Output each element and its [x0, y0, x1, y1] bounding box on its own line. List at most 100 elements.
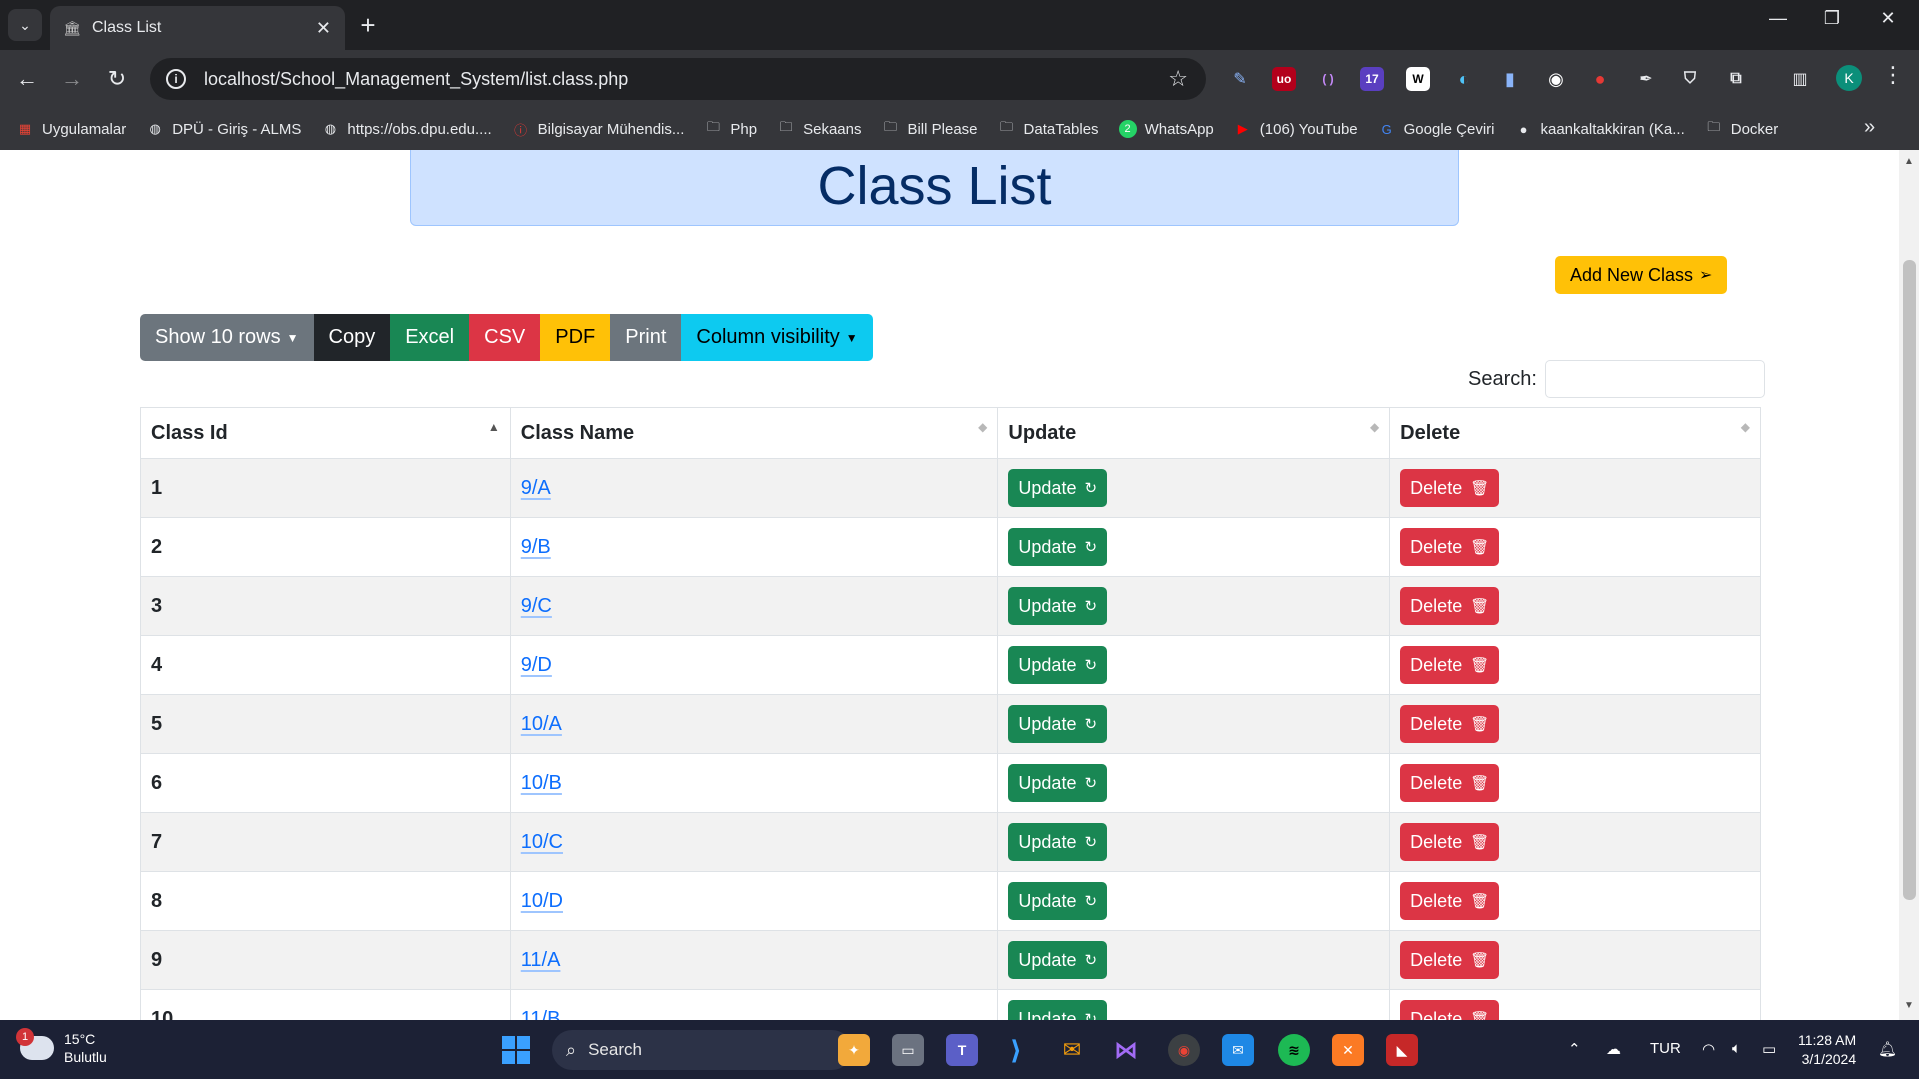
update-button[interactable]: Update ↻: [1008, 528, 1108, 566]
side-panel-icon[interactable]: ▥: [1788, 67, 1812, 91]
class-name-link[interactable]: 10/C: [521, 831, 563, 853]
battery-icon[interactable]: ▭: [1762, 1040, 1776, 1058]
minimize-button[interactable]: —: [1756, 8, 1800, 29]
bookmark-bilgisayar[interactable]: ⓘ Bilgisayar Mühendis...: [512, 121, 684, 138]
restore-button[interactable]: ❐: [1810, 8, 1854, 29]
column-header-class-id[interactable]: Class Id ▲: [140, 407, 511, 459]
language-indicator[interactable]: TUR: [1650, 1040, 1681, 1057]
update-button[interactable]: Update ↻: [1008, 882, 1108, 920]
chrome-app-icon[interactable]: ◉: [1168, 1034, 1200, 1066]
edge-extension-icon[interactable]: ◐: [1452, 67, 1476, 91]
column-header-class-name[interactable]: Class Name ◆: [509, 407, 999, 459]
spotify-app-icon[interactable]: ≋: [1278, 1034, 1310, 1066]
delete-button[interactable]: Delete 🗑︎: [1400, 1000, 1500, 1020]
delete-button[interactable]: Delete 🗑︎: [1400, 764, 1500, 802]
bookmark-google-translate[interactable]: G Google Çeviri: [1378, 121, 1495, 138]
teams-app-icon[interactable]: T: [946, 1034, 978, 1066]
shield-extension-icon[interactable]: ⛉: [1678, 67, 1702, 91]
search-input[interactable]: [1544, 360, 1765, 398]
profile-avatar[interactable]: K: [1836, 65, 1862, 91]
class-name-link[interactable]: 9/C: [521, 595, 552, 617]
class-name-link[interactable]: 10/B: [521, 772, 562, 794]
bookmarks-overflow-icon[interactable]: »: [1864, 116, 1875, 139]
bookmark-obs[interactable]: ◍ https://obs.dpu.edu....: [321, 121, 492, 138]
close-window-button[interactable]: ✕: [1866, 8, 1910, 29]
delete-button[interactable]: Delete 🗑︎: [1400, 882, 1500, 920]
visual-studio-app-icon[interactable]: ⋈: [1110, 1034, 1142, 1066]
bookmark-folder-bill-please[interactable]: 🗀 Bill Please: [881, 119, 978, 138]
taskbar-search[interactable]: ⌕ Search: [552, 1030, 852, 1070]
bookmark-whatsapp[interactable]: 2 WhatsApp: [1118, 120, 1214, 138]
column-header-update[interactable]: Update ◆: [997, 407, 1391, 459]
record-extension-icon[interactable]: ●: [1588, 67, 1612, 91]
class-name-link[interactable]: 11/B: [521, 1008, 561, 1021]
bookmark-folder-docker[interactable]: 🗀 Docker: [1705, 119, 1778, 138]
circle-extension-icon[interactable]: ◉: [1544, 67, 1568, 91]
print-button[interactable]: Print: [610, 314, 682, 361]
class-name-link[interactable]: 9/A: [521, 477, 551, 499]
bookmark-folder-php[interactable]: 🗀 Php: [704, 119, 757, 138]
column-visibility-dropdown[interactable]: Column visibility ▼: [681, 314, 873, 361]
mail-app-icon[interactable]: ✉: [1222, 1034, 1254, 1066]
browser-menu-icon[interactable]: ⋮: [1882, 62, 1904, 88]
url-text[interactable]: localhost/School_Management_System/list.…: [204, 69, 1168, 90]
class-name-link[interactable]: 9/D: [521, 654, 552, 676]
add-new-class-button[interactable]: Add New Class ➢: [1555, 256, 1728, 294]
site-info-icon[interactable]: i: [166, 69, 186, 89]
bookmark-dpu-alms[interactable]: ◍ DPÜ - Giriş - ALMS: [146, 121, 302, 138]
page-scrollbar[interactable]: ▲ ▼: [1899, 150, 1919, 1020]
bookmark-star-icon[interactable]: ☆: [1168, 66, 1188, 92]
onedrive-icon[interactable]: ☁: [1606, 1040, 1621, 1058]
bookmark-github[interactable]: ● kaankaltakkiran (Ka...: [1515, 121, 1685, 138]
windows-start-icon[interactable]: [502, 1036, 530, 1064]
class-name-link[interactable]: 9/B: [521, 536, 551, 558]
delete-button[interactable]: Delete 🗑︎: [1400, 705, 1500, 743]
reload-button[interactable]: ↻: [100, 62, 134, 96]
update-button[interactable]: Update ↻: [1008, 823, 1108, 861]
tray-chevron-icon[interactable]: ⌃: [1568, 1040, 1581, 1058]
dev-tools-extension-icon[interactable]: ✎: [1228, 67, 1252, 91]
delete-button[interactable]: Delete 🗑︎: [1400, 941, 1500, 979]
tab-close-icon[interactable]: ✕: [316, 18, 331, 39]
copilot-app-icon[interactable]: ✦: [838, 1034, 870, 1066]
bookmark-folder-sekaans[interactable]: 🗀 Sekaans: [777, 119, 862, 138]
eyedropper-extension-icon[interactable]: ✒: [1634, 67, 1658, 91]
new-tab-button[interactable]: +: [352, 10, 384, 42]
update-button[interactable]: Update ↻: [1008, 587, 1108, 625]
update-button[interactable]: Update ↻: [1008, 646, 1108, 684]
show-rows-dropdown[interactable]: Show 10 rows ▼: [140, 314, 314, 361]
xampp-app-icon[interactable]: ✕: [1332, 1034, 1364, 1066]
task-view-icon[interactable]: ▭: [892, 1034, 924, 1066]
wifi-icon[interactable]: ◠: [1702, 1040, 1715, 1058]
extensions-puzzle-icon[interactable]: ⧉: [1724, 67, 1748, 91]
delete-button[interactable]: Delete 🗑︎: [1400, 587, 1500, 625]
class-name-link[interactable]: 10/D: [521, 890, 563, 912]
volume-icon[interactable]: 🔈︎: [1732, 1040, 1741, 1057]
update-button[interactable]: Update ↻: [1008, 705, 1108, 743]
forward-button[interactable]: →: [55, 62, 89, 96]
brackets-extension-icon[interactable]: ( ): [1316, 67, 1340, 91]
scroll-down-icon[interactable]: ▼: [1904, 1000, 1914, 1011]
bookmark-folder-datatables[interactable]: 🗀 DataTables: [998, 119, 1099, 138]
update-button[interactable]: Update ↻: [1008, 469, 1108, 507]
update-button[interactable]: Update ↻: [1008, 764, 1108, 802]
bookmark-apps[interactable]: ▦ Uygulamalar: [16, 121, 126, 138]
browser-tab-active[interactable]: 🏛 Class List ✕: [50, 6, 345, 50]
pdf-button[interactable]: PDF: [540, 314, 611, 361]
weather-widget[interactable]: 1 15°C Bulutlu: [16, 1028, 107, 1066]
scrollbar-thumb[interactable]: [1903, 260, 1916, 900]
copy-button[interactable]: Copy: [313, 314, 391, 361]
wappalyzer-extension-icon[interactable]: W: [1406, 67, 1430, 91]
tab-search-button[interactable]: ⌄: [8, 9, 42, 41]
update-button[interactable]: Update ↻: [1008, 941, 1108, 979]
class-name-link[interactable]: 10/A: [521, 713, 562, 735]
system-clock[interactable]: 11:28 AM 3/1/2024: [1798, 1031, 1856, 1069]
column-header-delete[interactable]: Delete ◆: [1389, 407, 1761, 459]
ublock-extension-icon[interactable]: uo: [1272, 67, 1296, 91]
notification-bell-icon[interactable]: 🔔︎: [1878, 1040, 1897, 1058]
delete-button[interactable]: Delete 🗑︎: [1400, 823, 1500, 861]
postman-app-icon[interactable]: ✉: [1056, 1034, 1088, 1066]
scroll-up-icon[interactable]: ▲: [1904, 156, 1914, 167]
extension-badge-icon[interactable]: 17: [1360, 67, 1384, 91]
address-bar[interactable]: i localhost/School_Management_System/lis…: [150, 58, 1206, 100]
